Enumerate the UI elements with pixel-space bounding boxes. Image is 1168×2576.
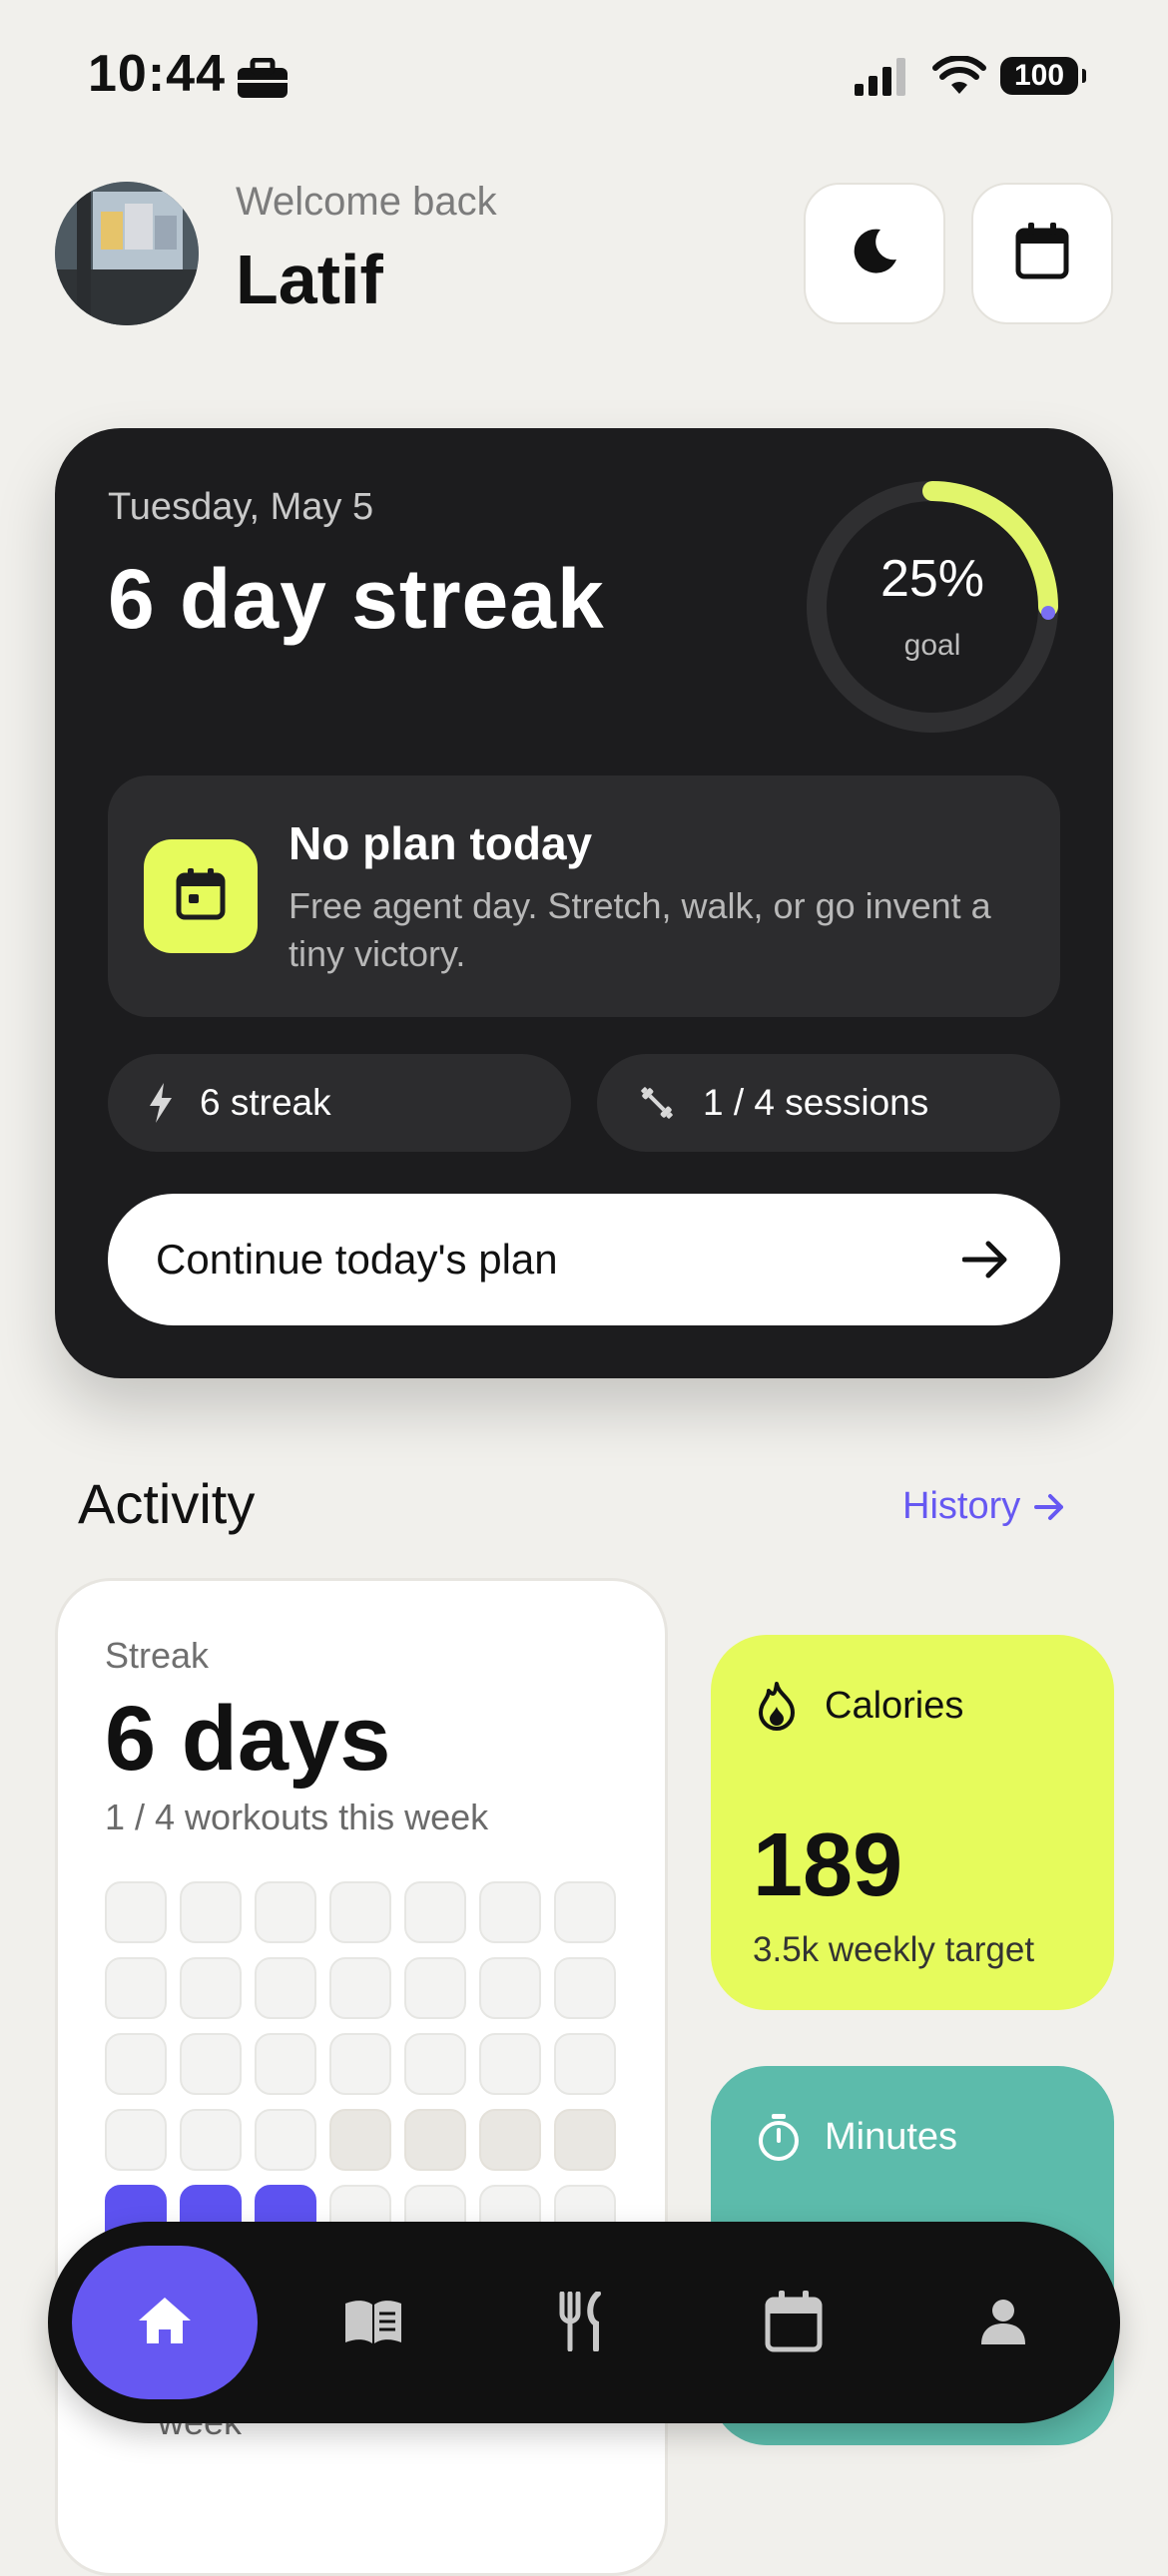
streak-day-cell — [479, 2109, 541, 2171]
arrow-right-icon — [1034, 1493, 1064, 1520]
book-icon — [341, 2296, 405, 2352]
calories-value: 189 — [753, 1815, 903, 1915]
plan-description: Free agent day. Stretch, walk, or go inv… — [289, 885, 991, 974]
minutes-label: Minutes — [825, 2116, 958, 2158]
streak-day-cell — [180, 2033, 242, 2095]
streak-day-cell — [105, 2109, 167, 2171]
streak-card-label: Streak — [105, 1635, 210, 1676]
streak-pill[interactable]: 6 streak — [108, 1054, 571, 1152]
streak-day-cell — [329, 2109, 391, 2171]
avatar[interactable] — [55, 182, 199, 325]
battery-indicator: 100 — [1000, 57, 1086, 95]
nav-profile[interactable] — [965, 2286, 1041, 2361]
streak-day-cell — [479, 2033, 541, 2095]
activity-heading: Activity — [78, 1472, 256, 1535]
streak-day-cell — [180, 1957, 242, 2019]
continue-plan-button[interactable]: Continue today's plan — [108, 1194, 1060, 1325]
streak-card-subtitle: 1 / 4 workouts this week — [105, 1797, 489, 1837]
nav-library[interactable] — [335, 2286, 411, 2361]
flame-icon — [755, 1681, 799, 1736]
streak-day-cell — [105, 1957, 167, 2019]
calories-target: 3.5k weekly target — [753, 1930, 1035, 1969]
streak-day-cell — [180, 1881, 242, 1943]
streak-day-cell — [255, 1881, 316, 1943]
plan-calendar-badge — [144, 839, 258, 953]
welcome-text: Welcome back — [236, 180, 497, 224]
streak-day-cell — [329, 2033, 391, 2095]
user-name: Latif — [236, 241, 383, 318]
home-icon — [137, 2296, 193, 2350]
streak-calendar-grid — [105, 1881, 616, 2247]
plan-title: No plan today — [289, 817, 593, 869]
sessions-pill-label: 1 / 4 sessions — [703, 1082, 929, 1123]
nav-home[interactable] — [72, 2246, 258, 2399]
hero-title: 6 day streak — [108, 552, 605, 646]
calendar-icon — [1014, 222, 1070, 285]
streak-day-cell — [105, 2033, 167, 2095]
briefcase-icon — [236, 57, 290, 105]
nav-calendar[interactable] — [756, 2286, 832, 2361]
status-time: 10:44 — [88, 45, 226, 103]
streak-day-cell — [404, 1957, 466, 2019]
arrow-right-icon — [962, 1241, 1007, 1279]
calendar-icon — [176, 867, 226, 925]
streak-day-cell — [554, 1957, 616, 2019]
streak-day-cell — [105, 1881, 167, 1943]
streak-day-cell — [404, 2109, 466, 2171]
lightning-icon — [150, 1083, 172, 1123]
streak-day-cell — [255, 2109, 316, 2171]
person-icon — [978, 2297, 1028, 2351]
fork-knife-icon — [556, 2290, 612, 2356]
history-link[interactable]: History — [902, 1485, 1064, 1528]
streak-day-cell — [479, 1957, 541, 2019]
streak-day-cell — [255, 1957, 316, 2019]
dumbbell-icon — [641, 1087, 673, 1119]
streak-pill-label: 6 streak — [200, 1082, 331, 1123]
streak-day-cell — [180, 2109, 242, 2171]
goal-value: 25% — [879, 550, 985, 608]
streak-day-cell — [329, 1881, 391, 1943]
streak-day-cell — [554, 1881, 616, 1943]
streak-day-cell — [554, 2109, 616, 2171]
streak-day-cell — [404, 1881, 466, 1943]
moon-icon — [847, 224, 902, 284]
calories-label: Calories — [825, 1685, 964, 1727]
streak-day-cell — [329, 1957, 391, 2019]
sessions-pill[interactable]: 1 / 4 sessions — [597, 1054, 1060, 1152]
history-link-label: History — [902, 1485, 1021, 1527]
wifi-icon — [932, 55, 986, 101]
streak-day-cell — [554, 2033, 616, 2095]
calendar-button[interactable] — [971, 183, 1113, 324]
signal-icon — [853, 58, 912, 101]
continue-plan-label: Continue today's plan — [156, 1236, 558, 1283]
streak-card-value: 6 days — [105, 1688, 391, 1790]
streak-day-cell — [404, 2033, 466, 2095]
hero-date: Tuesday, May 5 — [108, 486, 374, 528]
streak-day-cell — [255, 2033, 316, 2095]
calendar-icon — [765, 2290, 823, 2357]
streak-day-cell — [479, 1881, 541, 1943]
nav-nutrition[interactable] — [546, 2286, 622, 2361]
dark-mode-button[interactable] — [804, 183, 945, 324]
stopwatch-icon — [756, 2112, 802, 2167]
goal-label: goal — [903, 629, 961, 662]
